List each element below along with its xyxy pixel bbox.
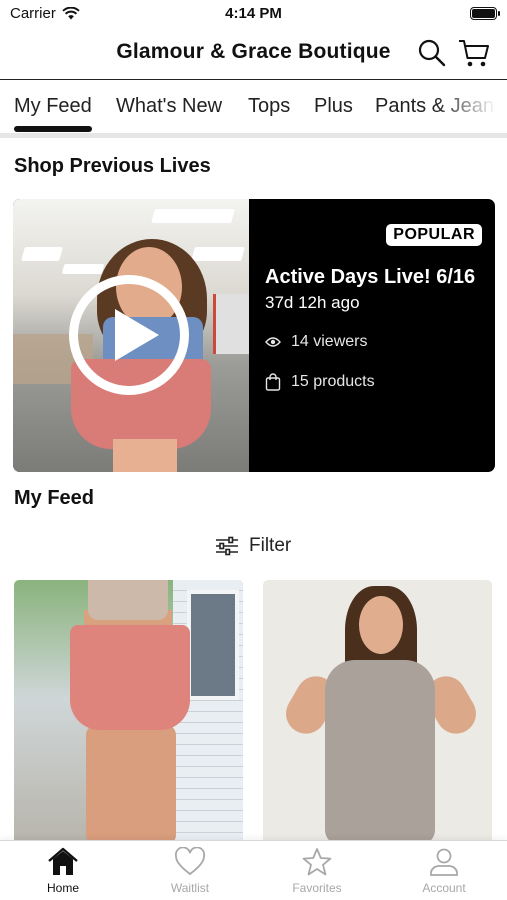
tab-my-feed[interactable]: My Feed (14, 95, 92, 132)
nav-waitlist[interactable]: Waitlist (140, 847, 240, 895)
product-card[interactable] (14, 580, 243, 845)
status-bar: Carrier 4:14 PM (0, 0, 507, 28)
sliders-icon (216, 536, 238, 556)
person-icon (430, 848, 458, 876)
shopping-bag-icon (265, 373, 281, 391)
nav-home[interactable]: Home (13, 847, 113, 895)
tabs-fade-overlay (437, 80, 507, 133)
live-thumbnail (13, 199, 249, 472)
home-icon (48, 847, 78, 875)
tab-tops[interactable]: Tops (248, 95, 290, 118)
nav-home-label: Home (46, 881, 79, 895)
cart-icon[interactable] (458, 38, 490, 68)
viewers-label: 14 viewers (291, 333, 368, 350)
filter-button[interactable]: Filter (215, 535, 291, 557)
nav-account[interactable]: Account (394, 847, 494, 895)
heart-icon (174, 847, 206, 876)
bottom-tab-bar: Home Waitlist Favorites Account (0, 840, 507, 900)
clock: 4:14 PM (225, 5, 282, 22)
battery-icon (470, 7, 500, 20)
product-card[interactable] (263, 580, 492, 845)
star-icon (302, 848, 332, 876)
popular-badge: POPULAR (386, 224, 482, 246)
live-title: Active Days Live! 6/16 (265, 266, 476, 288)
live-info-panel: POPULAR Active Days Live! 6/16 37d 12h a… (249, 199, 495, 472)
nav-account-label: Account (422, 881, 466, 895)
filter-label: Filter (249, 535, 292, 556)
app-header: Glamour & Grace Boutique (0, 28, 507, 80)
nav-favorites-label: Favorites (292, 881, 342, 895)
products-count: 15 products (265, 373, 375, 391)
nav-waitlist-label: Waitlist (170, 881, 210, 895)
nav-favorites[interactable]: Favorites (267, 847, 367, 895)
search-icon[interactable] (417, 38, 447, 68)
tab-plus[interactable]: Plus (314, 95, 353, 118)
tab-whats-new[interactable]: What's New (116, 95, 222, 118)
my-feed-heading: My Feed (14, 487, 95, 509)
eye-icon (265, 337, 281, 347)
play-icon[interactable] (69, 275, 189, 395)
live-time-ago: 37d 12h ago (265, 293, 360, 312)
previous-lives-heading: Shop Previous Lives (14, 155, 211, 177)
live-replay-card[interactable]: POPULAR Active Days Live! 6/16 37d 12h a… (13, 199, 495, 472)
viewers-count: 14 viewers (265, 333, 367, 351)
category-tabs: My Feed What's New Tops Plus Pants & Jea… (0, 80, 507, 138)
products-label: 15 products (291, 373, 375, 390)
